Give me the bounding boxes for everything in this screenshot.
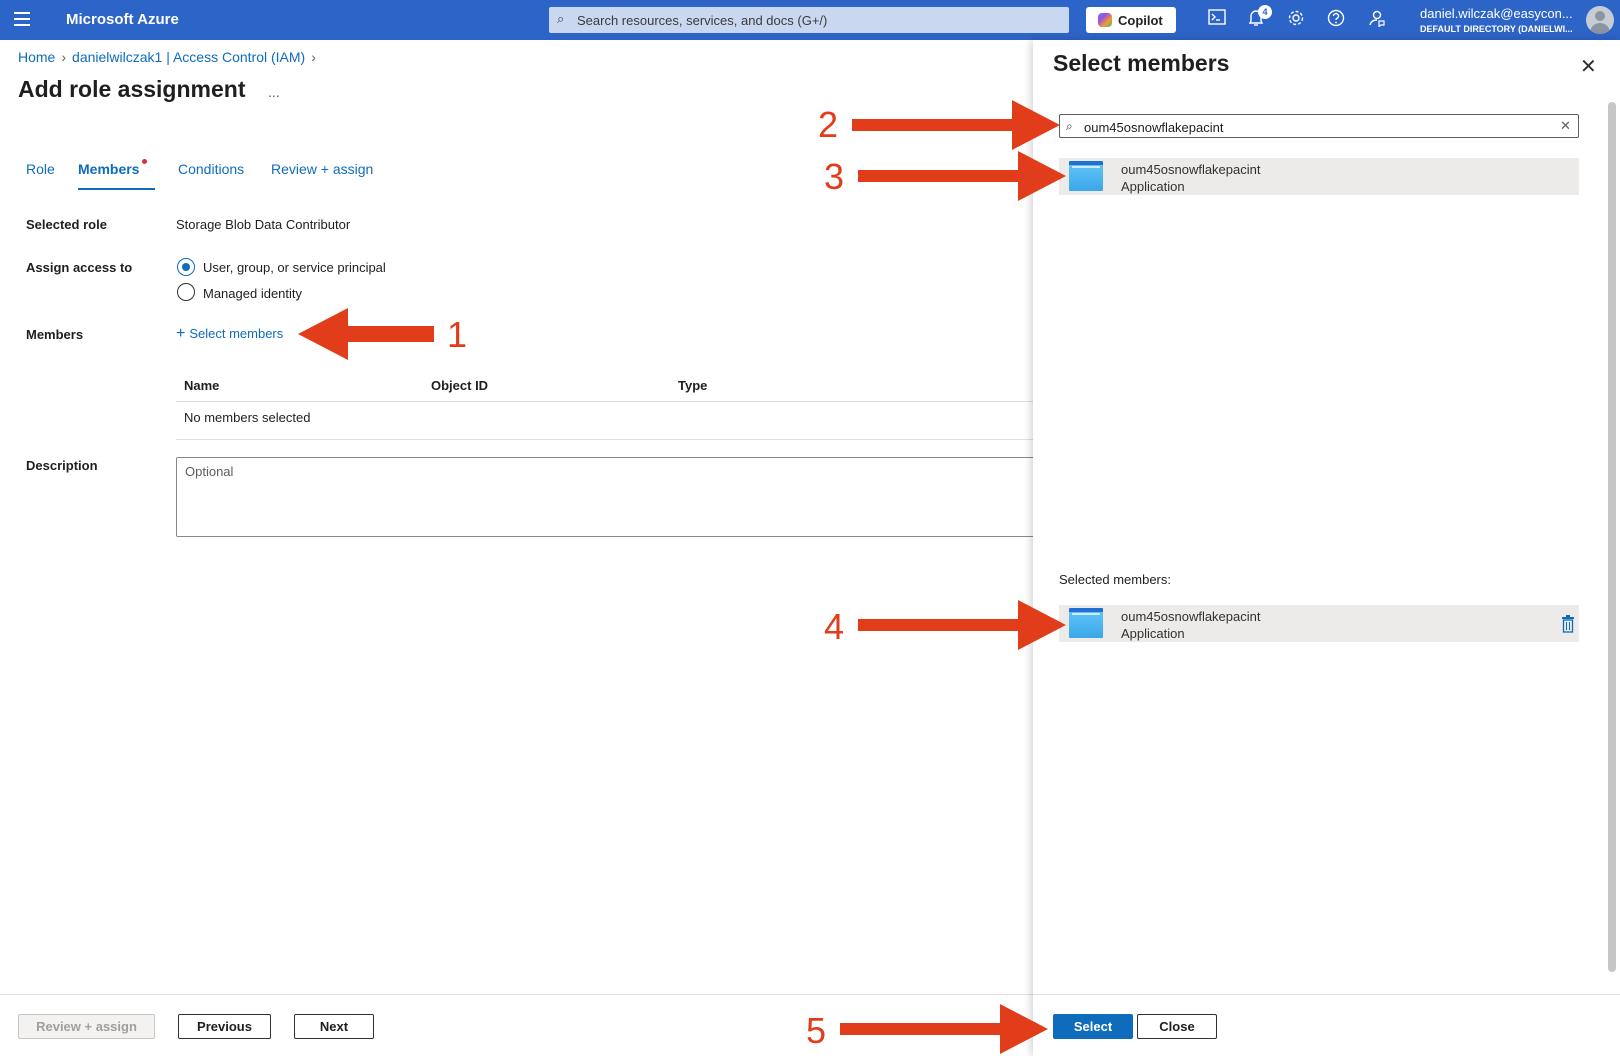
select-button[interactable]: Select — [1053, 1014, 1133, 1039]
description-label: Description — [26, 458, 98, 473]
tab-conditions[interactable]: Conditions — [178, 161, 244, 177]
empty-members-row: No members selected — [184, 410, 311, 425]
settings-gear-icon[interactable] — [1285, 9, 1307, 31]
search-icon: ⌕ — [1066, 119, 1073, 133]
annotation-arrow-3 — [858, 151, 1066, 201]
annotation-number-4: 4 — [824, 606, 845, 647]
tab-members[interactable]: Members — [78, 161, 139, 177]
select-members-panel: Select members ✕ ⌕ oum45osnowflakepacint… — [1033, 40, 1620, 1056]
panel-footer-divider — [1033, 994, 1620, 995]
description-placeholder: Optional — [185, 464, 234, 479]
brand-title[interactable]: Microsoft Azure — [66, 11, 179, 28]
breadcrumb-resource[interactable]: danielwilczak1 | Access Control (IAM) — [72, 49, 305, 65]
annotation-number-3: 3 — [824, 156, 845, 197]
column-header-name[interactable]: Name — [184, 378, 219, 393]
required-dot — [142, 159, 147, 164]
application-icon — [1069, 161, 1103, 191]
radio-user-group-sp[interactable] — [177, 258, 195, 276]
review-assign-button[interactable]: Review + assign — [18, 1014, 155, 1039]
radio-managed-identity[interactable] — [177, 283, 195, 301]
selected-member-item: oum45osnowflakepacint Application — [1059, 605, 1579, 642]
column-header-type[interactable]: Type — [678, 378, 707, 393]
top-bar: Microsoft Azure ⌕ Search resources, serv… — [0, 0, 1620, 40]
selected-role-label: Selected role — [26, 217, 107, 232]
panel-scrollbar[interactable] — [1608, 102, 1616, 972]
annotation-arrow-1 — [298, 308, 434, 360]
annotation-arrow-5 — [840, 1004, 1048, 1054]
annotation-number-1: 1 — [447, 314, 468, 355]
copilot-label: Copilot — [1118, 13, 1163, 28]
breadcrumb-home[interactable]: Home — [18, 49, 55, 65]
selected-member-name: oum45osnowflakepacint — [1121, 609, 1261, 624]
table-divider — [176, 401, 1036, 402]
chevron-right-icon: › — [61, 49, 67, 65]
account-directory: DEFAULT DIRECTORY (DANIELWI... — [1420, 24, 1573, 34]
avatar[interactable] — [1586, 6, 1614, 34]
member-search-input[interactable]: ⌕ oum45osnowflakepacint ✕ — [1059, 114, 1579, 138]
select-members-link-text: Select members — [189, 326, 284, 341]
menu-icon[interactable] — [14, 12, 30, 26]
global-search-input[interactable]: ⌕ Search resources, services, and docs (… — [549, 7, 1069, 33]
footer-divider — [0, 994, 1033, 995]
annotation-number-5: 5 — [806, 1010, 827, 1051]
selected-member-type: Application — [1121, 626, 1185, 641]
more-options-icon[interactable]: ... — [268, 84, 280, 100]
panel-title: Select members — [1053, 50, 1230, 76]
search-placeholder: Search resources, services, and docs (G+… — [577, 13, 828, 28]
description-textarea[interactable]: Optional — [176, 457, 1036, 537]
active-tab-indicator — [78, 188, 155, 190]
result-type: Application — [1121, 179, 1185, 194]
copilot-icon — [1098, 13, 1112, 27]
assign-access-label: Assign access to — [26, 260, 133, 275]
table-divider — [176, 439, 1036, 440]
feedback-icon[interactable] — [1365, 9, 1387, 31]
annotation-arrow-2 — [852, 100, 1060, 150]
members-label: Members — [26, 327, 84, 342]
next-button[interactable]: Next — [294, 1014, 374, 1039]
annotation-arrow-4 — [858, 600, 1066, 650]
application-icon — [1069, 608, 1103, 638]
help-icon[interactable] — [1325, 9, 1347, 31]
column-header-object-id[interactable]: Object ID — [431, 378, 488, 393]
close-button[interactable]: Close — [1137, 1014, 1217, 1039]
cloud-shell-icon[interactable] — [1206, 9, 1228, 31]
radio-user-group-sp-label[interactable]: User, group, or service principal — [203, 260, 386, 275]
radio-managed-identity-label[interactable]: Managed identity — [203, 286, 302, 301]
notification-count-badge: 4 — [1258, 5, 1272, 19]
clear-search-icon[interactable]: ✕ — [1560, 118, 1571, 134]
breadcrumb: Home › danielwilczak1 | Access Control (IA… — [18, 49, 322, 65]
chevron-right-icon: › — [311, 49, 316, 65]
plus-icon: + — [176, 325, 186, 342]
select-members-link[interactable]: + Select members — [176, 325, 283, 343]
tab-review-assign[interactable]: Review + assign — [271, 161, 373, 177]
selected-role-value: Storage Blob Data Contributor — [176, 217, 351, 232]
page-title: Add role assignment — [18, 76, 246, 102]
copilot-button[interactable]: Copilot — [1086, 7, 1176, 33]
search-result-item[interactable]: oum45osnowflakepacint Application — [1059, 158, 1579, 195]
trash-icon[interactable] — [1561, 615, 1575, 633]
member-search-value: oum45osnowflakepacint — [1084, 120, 1224, 135]
annotation-number-2: 2 — [818, 104, 839, 145]
account-menu[interactable]: daniel.wilczak@easycon... DEFAULT DIRECT… — [1420, 6, 1580, 34]
search-icon: ⌕ — [557, 11, 565, 26]
selected-members-label: Selected members: — [1059, 572, 1171, 587]
notifications-icon[interactable]: 4 — [1245, 5, 1272, 31]
result-name: oum45osnowflakepacint — [1121, 162, 1261, 177]
previous-button[interactable]: Previous — [178, 1014, 271, 1039]
close-icon[interactable]: ✕ — [1580, 54, 1597, 79]
tab-role[interactable]: Role — [26, 161, 55, 177]
account-email: daniel.wilczak@easycon... — [1420, 6, 1573, 21]
